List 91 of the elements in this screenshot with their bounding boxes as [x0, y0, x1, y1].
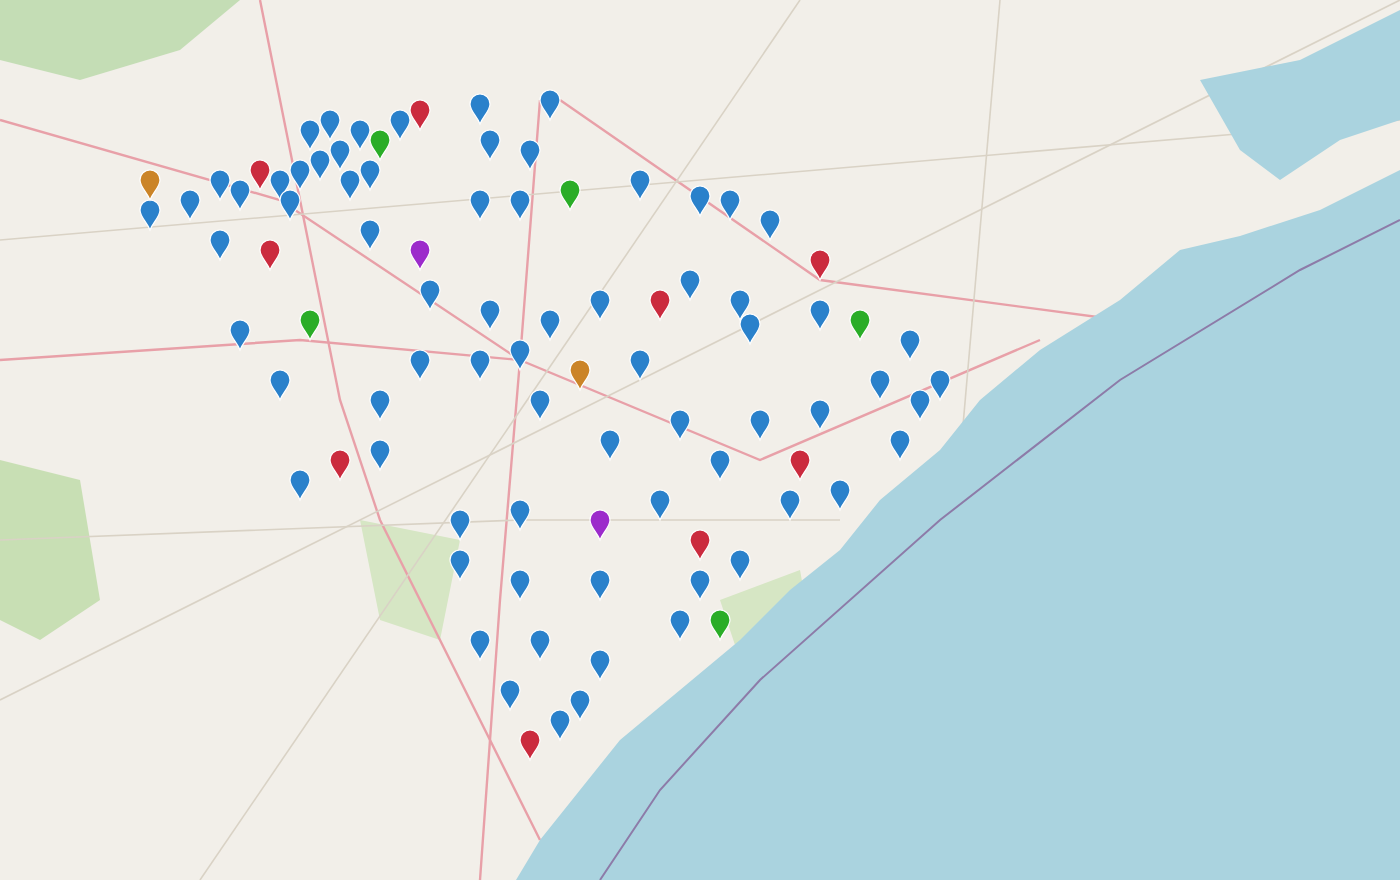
- map-pin[interactable]: [449, 509, 471, 541]
- map-pin[interactable]: [299, 119, 321, 151]
- map-pin[interactable]: [329, 139, 351, 171]
- map-pin[interactable]: [309, 149, 331, 181]
- map-pin[interactable]: [179, 189, 201, 221]
- map-pin[interactable]: [209, 169, 231, 201]
- map-pin[interactable]: [679, 269, 701, 301]
- map-pin[interactable]: [669, 409, 691, 441]
- map-pin[interactable]: [479, 129, 501, 161]
- map-pin[interactable]: [509, 499, 531, 531]
- map-pin[interactable]: [729, 289, 751, 321]
- map-pin[interactable]: [809, 249, 831, 281]
- map-pin[interactable]: [709, 449, 731, 481]
- map-pin[interactable]: [279, 189, 301, 221]
- map-pin[interactable]: [759, 209, 781, 241]
- map-pin[interactable]: [249, 159, 271, 191]
- map-pin[interactable]: [689, 529, 711, 561]
- map-pin[interactable]: [509, 569, 531, 601]
- map-pin[interactable]: [209, 229, 231, 261]
- map-pin[interactable]: [909, 389, 931, 421]
- map-pin[interactable]: [519, 729, 541, 761]
- map-pin[interactable]: [779, 489, 801, 521]
- map-pin[interactable]: [559, 179, 581, 211]
- map-pin[interactable]: [629, 349, 651, 381]
- map-pin[interactable]: [649, 289, 671, 321]
- map-pin[interactable]: [529, 629, 551, 661]
- map-pin[interactable]: [529, 389, 551, 421]
- map-pin[interactable]: [789, 449, 811, 481]
- map-pin[interactable]: [539, 89, 561, 121]
- map-pin[interactable]: [389, 109, 411, 141]
- map-pin[interactable]: [299, 309, 321, 341]
- map-pin[interactable]: [469, 349, 491, 381]
- map-pin[interactable]: [319, 109, 341, 141]
- map-pin[interactable]: [849, 309, 871, 341]
- map-pin[interactable]: [509, 339, 531, 371]
- map-pin[interactable]: [729, 549, 751, 581]
- map-pin[interactable]: [339, 169, 361, 201]
- map-pin[interactable]: [409, 99, 431, 131]
- map-pin[interactable]: [899, 329, 921, 361]
- map-pin[interactable]: [369, 439, 391, 471]
- map-pin[interactable]: [479, 299, 501, 331]
- map-pin[interactable]: [499, 679, 521, 711]
- map-pin[interactable]: [469, 93, 491, 125]
- map-pin[interactable]: [349, 119, 371, 151]
- map-pin[interactable]: [589, 569, 611, 601]
- map-pin[interactable]: [739, 313, 761, 345]
- map-pin[interactable]: [549, 709, 571, 741]
- map-pin[interactable]: [449, 549, 471, 581]
- map-pin[interactable]: [809, 399, 831, 431]
- map-pin[interactable]: [589, 289, 611, 321]
- map-pin[interactable]: [889, 429, 911, 461]
- map-pin[interactable]: [229, 179, 251, 211]
- map-pin[interactable]: [289, 159, 311, 191]
- map-pin[interactable]: [359, 219, 381, 251]
- map-pin[interactable]: [669, 609, 691, 641]
- map-pin[interactable]: [269, 369, 291, 401]
- map-pin[interactable]: [269, 169, 291, 201]
- map-pin[interactable]: [369, 129, 391, 161]
- map-pin[interactable]: [629, 169, 651, 201]
- map-pin[interactable]: [139, 169, 161, 201]
- map-pin[interactable]: [419, 279, 441, 311]
- map-pin[interactable]: [719, 189, 741, 221]
- map-pin[interactable]: [139, 199, 161, 231]
- map-pin[interactable]: [469, 189, 491, 221]
- map-pin[interactable]: [709, 609, 731, 641]
- map-pin[interactable]: [369, 389, 391, 421]
- map-pin[interactable]: [589, 649, 611, 681]
- map-pin[interactable]: [289, 469, 311, 501]
- map-pin[interactable]: [749, 409, 771, 441]
- map-pin[interactable]: [829, 479, 851, 511]
- map-pin[interactable]: [519, 139, 541, 171]
- map-pin[interactable]: [569, 689, 591, 721]
- map-pin[interactable]: [229, 319, 251, 351]
- map-pin[interactable]: [809, 299, 831, 331]
- map-pin[interactable]: [509, 189, 531, 221]
- map-drawing[interactable]: [0, 0, 1400, 880]
- map-pin[interactable]: [929, 369, 951, 401]
- map-pin[interactable]: [469, 629, 491, 661]
- map-pin[interactable]: [589, 509, 611, 541]
- map-pin[interactable]: [259, 239, 281, 271]
- map-pin[interactable]: [869, 369, 891, 401]
- map-pin[interactable]: [689, 185, 711, 217]
- map-pin[interactable]: [649, 489, 671, 521]
- map-pin[interactable]: [409, 239, 431, 271]
- map-pin[interactable]: [539, 309, 561, 341]
- map-pin[interactable]: [689, 569, 711, 601]
- map-pin[interactable]: [599, 429, 621, 461]
- map-pin[interactable]: [359, 159, 381, 191]
- map-pin[interactable]: [409, 349, 431, 381]
- map-pin[interactable]: [329, 449, 351, 481]
- map-pin[interactable]: [569, 359, 591, 391]
